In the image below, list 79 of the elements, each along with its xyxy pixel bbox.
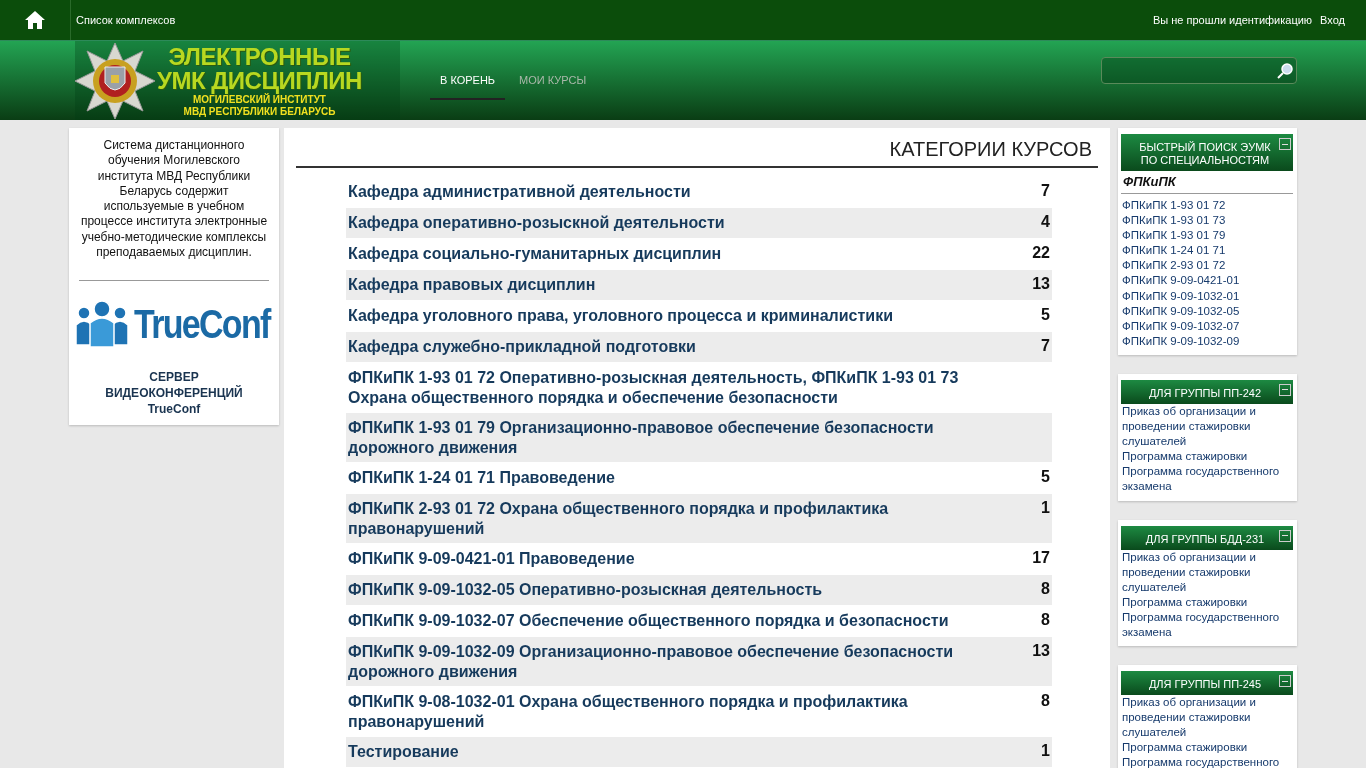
category-link[interactable]: Кафедра административной деятельности <box>348 182 691 202</box>
page-title: КАТЕГОРИИ КУРСОВ <box>296 136 1098 168</box>
course-count: 13 <box>1032 275 1050 293</box>
block-link[interactable]: Приказ об организации и проведении стажировки слушателей <box>1122 403 1293 450</box>
nav-tab[interactable]: В КОРЕНЬ <box>430 61 506 100</box>
block-title: ПО СПЕЦИАЛЬНОСТЯМ <box>1140 154 1270 167</box>
course-count: 7 <box>1041 182 1050 200</box>
breadcrumb-link[interactable]: Список комплексов <box>76 14 176 26</box>
logo-subtitle: МОГИЛЕВСКИЙ ИНСТИТУТ <box>192 94 326 105</box>
block-subheading: ФПКиПК <box>1121 171 1293 194</box>
course-count: 1 <box>1041 499 1050 517</box>
category-link[interactable]: ФПКиПК 9-09-0421-01 Правоведение <box>348 549 635 569</box>
block-link[interactable]: Приказ об организации и проведении стажировки слушателей <box>1122 549 1293 595</box>
course-count: 13 <box>1032 642 1050 660</box>
block-link[interactable]: ФПКиПК 9-09-1032-05 <box>1122 303 1293 319</box>
block-link[interactable]: ФПКиПК 1-93 01 72 <box>1122 198 1293 214</box>
search-icon[interactable] <box>1277 62 1293 79</box>
course-count: 5 <box>1041 306 1050 324</box>
block-link[interactable]: Приказ об организации и проведении стажировки слушателей <box>1122 695 1293 741</box>
block-link[interactable]: ФПКиПК 1-24 01 71 <box>1122 243 1293 259</box>
block-link[interactable]: ФПКиПК 9-09-0421-01 <box>1122 273 1293 289</box>
search-field[interactable] <box>1101 57 1297 84</box>
block-title: БЫСТРЫЙ ПОИСК ЭУМК <box>1139 141 1271 154</box>
home-icon[interactable] <box>25 11 45 29</box>
logo-subtitle: МВД РЕСПУБЛИКИ БЕЛАРУСЬ <box>183 106 336 117</box>
block-link[interactable]: ФПКиПК 1-93 01 79 <box>1122 228 1293 244</box>
category-link[interactable]: Тестирование <box>348 742 459 762</box>
course-count: 22 <box>1032 244 1050 262</box>
category-link[interactable]: ФПКиПК 1-93 01 79 Организационно-правовое обеспечение безопасности дорожного движения <box>348 418 988 457</box>
course-count: 4 <box>1041 213 1050 231</box>
category-link[interactable]: ФПКиПК 9-09-1032-07 Обеспечение общественного порядка и безопасности <box>348 611 949 631</box>
course-count: 8 <box>1041 692 1050 710</box>
category-link[interactable]: ФПКиПК 1-93 01 72 Оперативно-розыскная деятельность, ФПКиПК 1-93 01 73 Охрана общественного порядка и обеспечение безопасности <box>348 368 988 407</box>
category-link[interactable]: ФПКиПК 9-09-1032-05 Оперативно-розыскная деятельность <box>348 580 823 600</box>
description-text: Система дистанционного обучения Могилевского института МВД Республики Беларусь содержит используемые в учебном процессе института электронные учебно-методические комплексы преподаваемых дисциплин. <box>79 138 269 261</box>
login-status: Вы не прошли идентификацию <box>1152 14 1313 26</box>
block-title: ДЛЯ ГРУППЫ ПП-245 <box>1148 678 1262 692</box>
course-count: 17 <box>1032 549 1050 567</box>
course-count: 5 <box>1041 468 1050 486</box>
category-link[interactable]: ФПКиПК 1-24 01 71 Правоведение <box>348 468 615 488</box>
trueconf-logo[interactable]: TrueConf <box>74 299 274 350</box>
block-link[interactable]: Программа государственного <box>1122 755 1293 768</box>
block-link[interactable]: Программа государственного экзамена <box>1122 609 1293 641</box>
block-link[interactable]: Программа государственного экзамена <box>1122 464 1293 495</box>
caption-text: ВИДЕОКОНФЕРЕНЦИЙ <box>105 385 243 402</box>
block-link[interactable]: Программа стажировки <box>1122 740 1293 756</box>
category-link[interactable]: Кафедра оперативно-розыскной деятельности <box>348 213 725 233</box>
category-link[interactable]: ФПКиПК 9-09-1032-09 Организационно-правовое обеспечение безопасности дорожного движения <box>348 642 988 681</box>
caption-text: TrueConf <box>147 401 201 418</box>
course-count: 8 <box>1041 580 1050 598</box>
category-link[interactable]: Кафедра уголовного права, уголовного процесса и криминалистики <box>348 306 893 326</box>
caption-text: СЕРВЕР <box>149 369 199 385</box>
logo-title: ЭЛЕКТРОННЫЕ <box>168 44 351 69</box>
logo-title: УМК ДИСЦИПЛИН <box>157 68 362 93</box>
block-link[interactable]: ФПКиПК 9-09-1032-09 <box>1122 333 1293 349</box>
block-link[interactable]: ФПКиПК 1-93 01 73 <box>1122 213 1293 229</box>
category-link[interactable]: Кафедра правовых дисциплин <box>348 275 596 295</box>
block-link[interactable]: Программа стажировки <box>1122 594 1293 610</box>
category-link[interactable]: Кафедра служебно-прикладной подготовки <box>348 337 696 357</box>
people-icon <box>74 299 131 350</box>
emblem-icon <box>75 42 155 119</box>
block-link[interactable]: ФПКиПК 9-09-1032-07 <box>1122 318 1293 334</box>
category-link[interactable]: Кафедра социально-гуманитарных дисциплин <box>348 244 722 264</box>
collapse-icon[interactable] <box>1279 383 1291 396</box>
course-count: 1 <box>1041 742 1050 760</box>
category-link[interactable]: ФПКиПК 9-08-1032-01 Охрана общественного порядка и профилактика правонарушений <box>348 692 988 731</box>
block-link[interactable]: ФПКиПК 9-09-1032-01 <box>1122 288 1293 304</box>
block-link[interactable]: Программа стажировки <box>1122 449 1293 465</box>
course-count: 8 <box>1041 611 1050 629</box>
block-title: ДЛЯ ГРУППЫ БДД-231 <box>1145 532 1265 546</box>
category-link[interactable]: ФПКиПК 2-93 01 72 Охрана общественного порядка и профилактика правонарушений <box>348 499 988 538</box>
block-link[interactable]: ФПКиПК 2-93 01 72 <box>1122 258 1293 274</box>
logo-text: TrueConf <box>134 301 270 347</box>
collapse-icon[interactable] <box>1279 138 1291 150</box>
collapse-icon[interactable] <box>1279 675 1291 688</box>
block-title: ДЛЯ ГРУППЫ ПП-242 <box>1148 386 1262 400</box>
login-link[interactable]: Вход <box>1320 14 1345 26</box>
collapse-icon[interactable] <box>1279 529 1291 542</box>
course-count: 7 <box>1041 337 1050 355</box>
